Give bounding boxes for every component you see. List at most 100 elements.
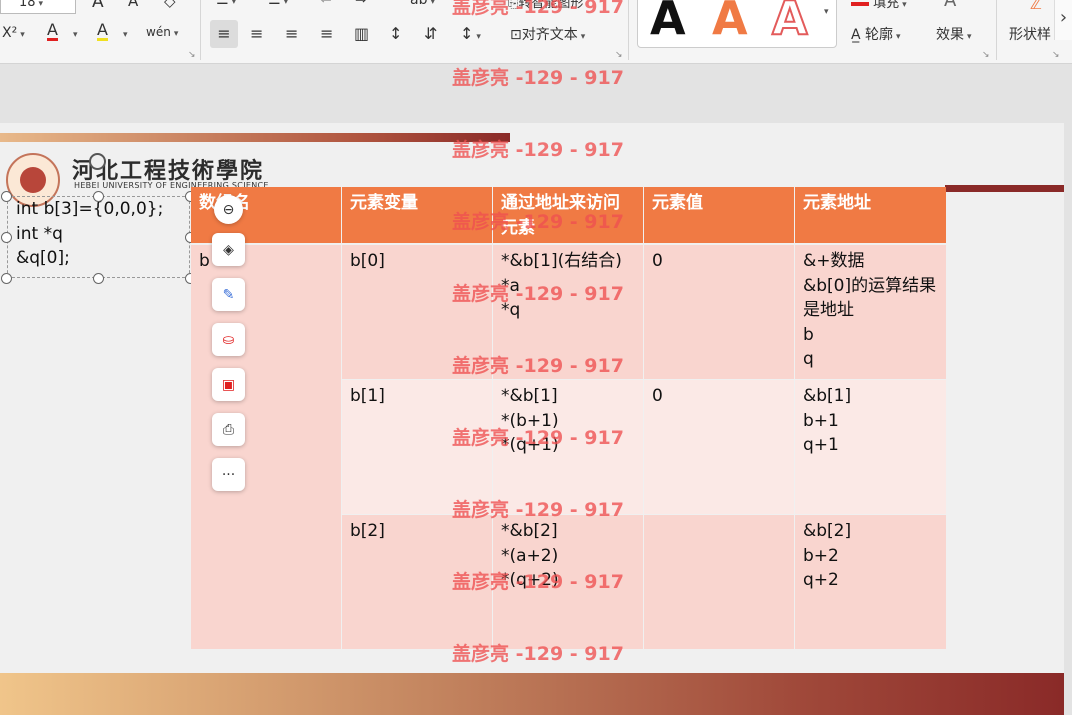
table-header: 元素变量 [342, 187, 492, 243]
paragraph-dialog-launcher-icon[interactable]: ↘ [615, 50, 623, 60]
align-center-icon[interactable]: ≡ [250, 24, 263, 43]
chevron-down-icon: ▾ [902, 0, 907, 10]
table-cell: 0 [644, 245, 794, 379]
art-style-black[interactable]: A [650, 0, 686, 45]
effects-button[interactable]: 效果 ▾ [936, 24, 972, 44]
line-spacing-icon[interactable]: ↕ [389, 24, 402, 43]
chevron-down-icon: ▾ [476, 32, 481, 42]
table-header: 通过地址来访问元素 [493, 187, 643, 243]
phonetic-guide-button[interactable]: wén ▾ [146, 25, 178, 39]
table-cell: &+数据 &b[0]的运算结果是地址 b q [795, 245, 946, 379]
chevron-down-icon: ▾ [73, 30, 78, 40]
align-text-icon: ⊡ [510, 27, 522, 43]
font-color-button[interactable]: A [47, 22, 58, 41]
decorative-band-top [0, 133, 510, 142]
align-right-icon[interactable]: ≡ [285, 24, 298, 43]
rotate-handle-icon[interactable] [89, 153, 106, 170]
highlight-button[interactable]: A [97, 22, 108, 41]
app-window: 18 ▾ A A ◇ X² ▾ A ▾ A ▾ wén ▾ ↘ ☰ ▾ ☰ ▾ ⇐ ⇒ ≡… [0, 0, 1072, 715]
shape-effect-button[interactable]: ⎙ [212, 413, 245, 446]
distribute-icon[interactable]: ▥ [354, 24, 369, 43]
bullets-icon[interactable]: ☰ ▾ [216, 0, 236, 8]
shape-style-button[interactable]: 形状样 [1009, 24, 1051, 44]
table-cell: b[1] [342, 380, 492, 514]
table-header: 元素地址 [795, 187, 946, 243]
shrink-font-icon[interactable]: A [128, 0, 138, 10]
shape-style-label: 形状样 [1009, 27, 1051, 43]
outline-button-float[interactable]: ▣ [212, 368, 245, 401]
decorative-band-bottom [0, 673, 1064, 715]
layers-button[interactable]: ◈ [212, 233, 245, 266]
phonetic-label: wén [146, 25, 171, 39]
array-table[interactable]: 数组名 元素变量 通过地址来访问元素 元素值 元素地址 b b[0] *&b[1… [191, 187, 946, 649]
array-name-text: b [199, 251, 210, 271]
font-size-select[interactable]: 18 ▾ [0, 0, 76, 14]
table-header: 元素值 [644, 187, 794, 243]
smart-shape-button[interactable]: ⎘转智能图形 [508, 0, 583, 11]
art-style-orange[interactable]: A [712, 0, 748, 45]
justify-icon[interactable]: ≡ [320, 24, 333, 43]
align-left-icon[interactable]: ≡ [210, 20, 238, 48]
fill-bucket-icon: ⛀ [222, 331, 235, 348]
chevron-down-icon: ▾ [173, 29, 179, 39]
shape-style-launcher-icon[interactable]: ↘ [1052, 50, 1060, 60]
outline-box-icon: ▣ [221, 376, 236, 393]
chevron-right-icon: › [1059, 7, 1068, 28]
highlight-icon: A [97, 20, 108, 39]
divider [200, 0, 201, 60]
resize-handle[interactable] [1, 273, 12, 284]
slide-canvas[interactable]: 河北工程技術學院 HEBEI UNIVERSITY OF ENGINEERING… [0, 123, 1064, 715]
superscript-button[interactable]: X² ▾ [2, 25, 25, 41]
more-button[interactable]: ··· [212, 458, 245, 491]
chevron-down-icon: ▾ [283, 0, 289, 7]
table-cell: *&b[1] *(b+1) *(q+1) [493, 380, 643, 514]
art-style-gallery[interactable]: A A A ▾ [637, 0, 837, 48]
chevron-down-icon: ▾ [580, 32, 586, 42]
fill-color-icon [851, 1, 869, 6]
code-line: &q[0]; [16, 248, 70, 268]
fill-button[interactable]: 填充 ▾ [851, 0, 907, 11]
resize-handle[interactable] [1, 191, 12, 202]
font-color-dropdown[interactable]: ▾ [70, 25, 78, 41]
gallery-expand-icon[interactable]: ▾ [824, 7, 829, 17]
align-text-button[interactable]: ⊡对齐文本 ▾ [510, 24, 585, 44]
fill-button-float[interactable]: ⛀ [212, 323, 245, 356]
resize-handle[interactable] [93, 191, 104, 202]
numbering-icon[interactable]: ☰ ▾ [268, 0, 288, 8]
text-effects-launcher-icon[interactable]: ↘ [982, 50, 990, 60]
decrease-indent-icon[interactable]: ⇐ [320, 0, 332, 8]
outline-label: 轮廓 [865, 27, 894, 43]
decorative-band-right [945, 185, 1064, 192]
chevron-down-icon: ▾ [38, 0, 44, 9]
chevron-down-icon: ▾ [123, 30, 128, 40]
chevron-down-icon: ▾ [231, 0, 237, 7]
table-cell: &b[1] b+1 q+1 [795, 380, 946, 514]
increase-indent-icon[interactable]: ⇒ [355, 0, 367, 8]
font-size-value: 18 [19, 0, 36, 10]
smart-shape-label: 转智能图形 [518, 0, 584, 11]
table-cell: 0 [644, 380, 794, 514]
ribbon-scroll-right-icon[interactable]: › [1054, 0, 1072, 40]
highlight-dropdown[interactable]: ▾ [120, 25, 128, 41]
table-cell: b[0] [342, 245, 492, 379]
format-painter-button[interactable]: ✎ [212, 278, 245, 311]
paragraph-spacing-icon[interactable]: ⇵ [424, 24, 437, 43]
outline-button[interactable]: A̲ 轮廓 ▾ [851, 24, 901, 44]
align-text-label: 对齐文本 [521, 27, 578, 43]
text-columns-icon[interactable]: ab ▾ [410, 0, 435, 8]
grow-font-icon[interactable]: A [92, 0, 104, 12]
clear-format-icon[interactable]: ◇ [164, 0, 176, 10]
collapse-button[interactable]: ⊖ [214, 195, 243, 224]
font-dialog-launcher-icon[interactable]: ↘ [188, 50, 196, 60]
resize-handle[interactable] [93, 273, 104, 284]
art-style-outline[interactable]: A [771, 0, 809, 46]
resize-handle[interactable] [1, 232, 12, 243]
code-textbox[interactable]: int b[3]={0,0,0}; int *q &q[0]; [7, 196, 190, 278]
table-cell: *&b[2] *(a+2) *(q+2) [493, 515, 643, 649]
chevron-down-icon: ▾ [20, 30, 25, 40]
shape-effect-icon: ⎙ [222, 421, 235, 438]
pen-icon: ✎ [222, 286, 235, 303]
fill-label: 填充 [873, 0, 900, 11]
shape-style-icon: ℤ [1030, 0, 1042, 13]
text-direction-icon[interactable]: ↕ ▾ [460, 24, 481, 43]
